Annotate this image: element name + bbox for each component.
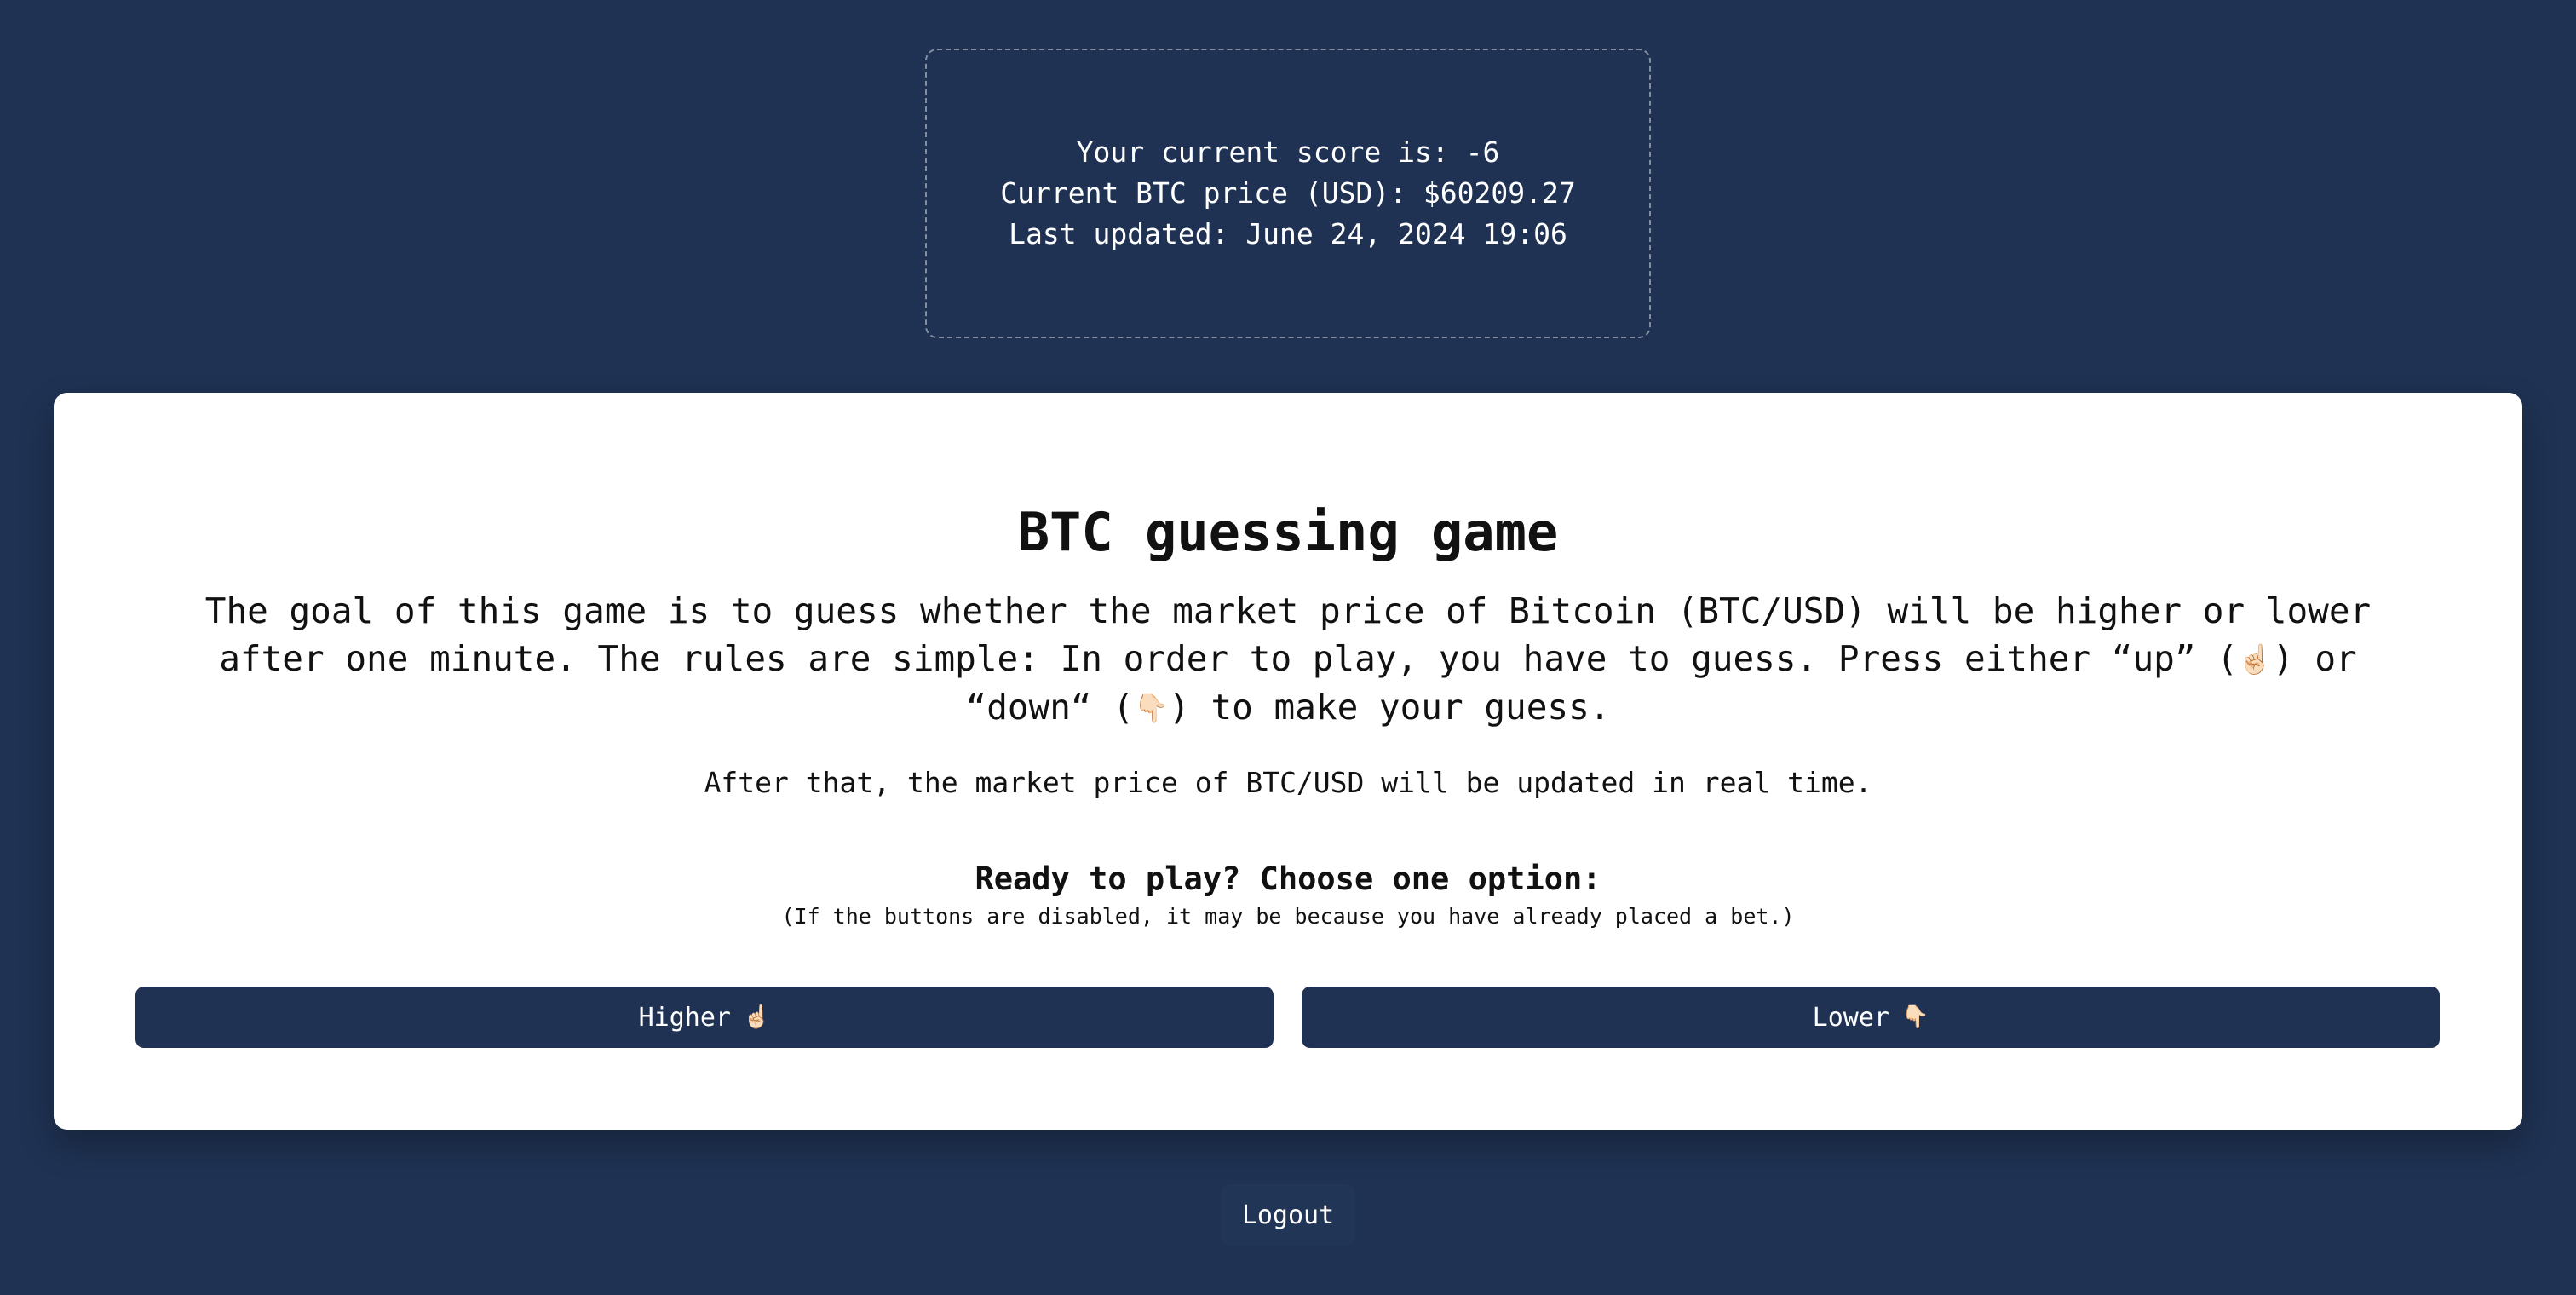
game-description: The goal of this game is to guess whethe…	[156, 587, 2420, 732]
page-title: BTC guessing game	[1017, 501, 1559, 563]
current-btc-price: Current BTC price (USD): $60209.27	[1000, 176, 1576, 210]
current-score: Your current score is: -6	[1076, 135, 1500, 169]
pointing-up-icon: ☝🏻	[2237, 642, 2273, 676]
score-status-panel: Your current score is: -6 Current BTC pr…	[925, 49, 1651, 338]
higher-button[interactable]: Higher ☝🏻	[135, 987, 1274, 1048]
intro-text-3: ) to make your guess.	[1169, 687, 1611, 728]
last-updated: Last updated: June 24, 2024 19:06	[1009, 217, 1567, 250]
higher-button-label: Higher	[638, 1002, 731, 1033]
lower-button[interactable]: Lower 👇🏻	[1302, 987, 2440, 1048]
pointing-down-icon: 👇🏻	[1900, 1004, 1929, 1030]
pointing-up-icon: ☝🏻	[743, 1004, 771, 1030]
logout-button[interactable]: Logout	[1221, 1184, 1355, 1246]
intro-text-1: The goal of this game is to guess whethe…	[204, 590, 2372, 679]
disabled-note: (If the buttons are disabled, it may be …	[781, 904, 1795, 929]
game-card: BTC guessing game The goal of this game …	[54, 393, 2522, 1130]
pointing-down-icon: 👇🏻	[1134, 691, 1170, 724]
lower-button-label: Lower	[1812, 1002, 1889, 1033]
update-note: After that, the market price of BTC/USD …	[704, 766, 1872, 799]
ready-heading: Ready to play? Choose one option:	[975, 860, 1601, 897]
